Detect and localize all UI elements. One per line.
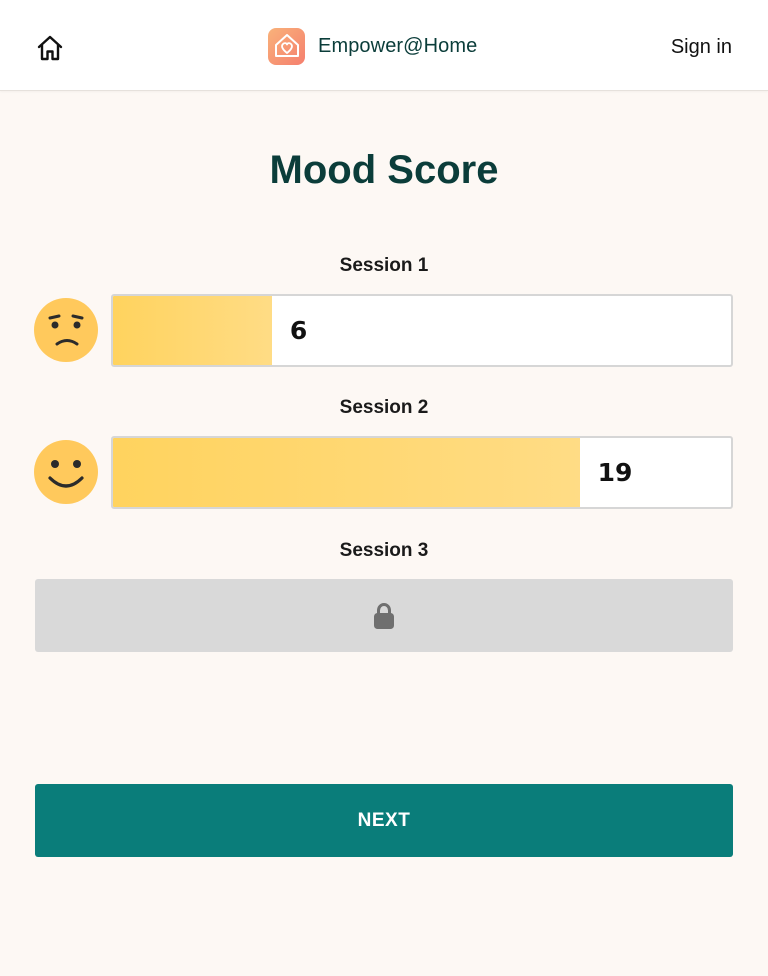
session-2-score-bar: 19 [111, 436, 733, 509]
next-button[interactable]: NEXT [35, 784, 733, 857]
session-3-locked-bar [35, 579, 733, 652]
app-header: Empower@Home Sign in [0, 0, 768, 91]
lock-icon [374, 602, 394, 629]
brand-home-link[interactable]: Empower@Home [268, 27, 478, 65]
brand-name: Empower@Home [318, 34, 478, 57]
home-icon [37, 35, 63, 61]
home-button[interactable] [32, 30, 68, 66]
session-1-score-value: 6 [289, 316, 308, 345]
page-title: Mood Score [269, 148, 499, 192]
worried-face-icon [34, 298, 98, 362]
session-2-score-value: 19 [597, 458, 633, 487]
smiling-face-icon [34, 440, 98, 504]
sign-in-link[interactable]: Sign in [671, 36, 732, 59]
heart-house-logo-icon [268, 27, 305, 65]
session-1-score-fill [113, 296, 272, 365]
session-2-score-fill [113, 438, 580, 507]
session-2-label: Session 2 [339, 397, 429, 418]
session-1-label: Session 1 [339, 255, 429, 276]
session-3-label: Session 3 [339, 540, 429, 561]
session-1-score-bar: 6 [111, 294, 733, 367]
